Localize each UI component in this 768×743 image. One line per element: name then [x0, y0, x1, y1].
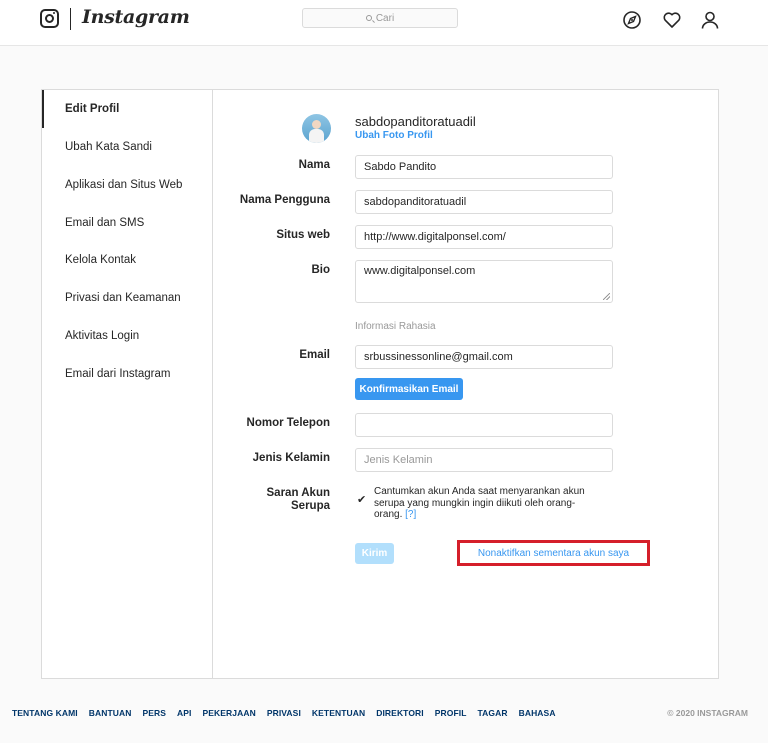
footer-link-privacy[interactable]: PRIVASI	[267, 708, 301, 718]
bio-text: www.digitalponsel.com	[364, 265, 476, 277]
email-label: Email	[299, 349, 330, 361]
sidebar-item-login-activity[interactable]: Aktivitas Login	[42, 317, 212, 355]
sidebar-item-apps-websites[interactable]: Aplikasi dan Situs Web	[42, 166, 212, 204]
compass-icon[interactable]	[622, 10, 642, 30]
website-field[interactable]: http://www.digitalponsel.com/	[355, 225, 613, 249]
bio-textarea[interactable]: www.digitalponsel.com	[355, 260, 613, 303]
phone-field[interactable]	[355, 413, 613, 437]
resize-handle[interactable]	[603, 293, 610, 300]
footer-links: TENTANG KAMI BANTUAN PERS API PEKERJAAN …	[12, 708, 556, 718]
copyright: © 2020 INSTAGRAM	[667, 708, 748, 718]
website-label: Situs web	[276, 229, 330, 241]
footer-link-help[interactable]: BANTUAN	[89, 708, 132, 718]
gender-field[interactable]: Jenis Kelamin	[355, 448, 613, 472]
footer-link-directory[interactable]: DIREKTORI	[376, 708, 424, 718]
suggest-accounts-label: Saran Akun Serupa	[267, 487, 330, 513]
heart-icon[interactable]	[662, 10, 682, 30]
submit-button[interactable]: Kirim	[355, 543, 394, 564]
instagram-camera-icon[interactable]	[40, 9, 59, 28]
avatar[interactable]	[302, 114, 331, 143]
help-link[interactable]: [?]	[405, 509, 416, 520]
top-navigation: Instagram Cari	[0, 0, 768, 46]
footer-link-press[interactable]: PERS	[142, 708, 166, 718]
name-label: Nama	[298, 159, 330, 171]
suggest-accounts-label-line1: Saran Akun	[266, 487, 330, 499]
settings-sidebar: Edit Profil Ubah Kata Sandi Aplikasi dan…	[42, 90, 213, 678]
bio-label: Bio	[311, 264, 330, 276]
change-photo-link[interactable]: Ubah Foto Profil	[355, 130, 433, 141]
logo-divider	[70, 8, 71, 30]
sidebar-item-edit-profile[interactable]: Edit Profil	[42, 90, 212, 128]
footer-link-jobs[interactable]: PEKERJAAN	[203, 708, 256, 718]
email-field[interactable]: srbussinessonline@gmail.com	[355, 345, 613, 369]
phone-label: Nomor Telepon	[246, 417, 330, 429]
gender-label: Jenis Kelamin	[252, 452, 330, 464]
search-icon	[365, 15, 372, 21]
deactivate-account-link[interactable]: Nonaktifkan sementara akun saya	[457, 540, 650, 566]
instagram-wordmark[interactable]: Instagram	[82, 6, 190, 28]
username-label: Nama Pengguna	[239, 194, 330, 206]
sidebar-item-privacy-security[interactable]: Privasi dan Keamanan	[42, 279, 212, 317]
name-field[interactable]: Sabdo Pandito	[355, 155, 613, 179]
sidebar-item-emails-from-instagram[interactable]: Email dari Instagram	[42, 355, 212, 393]
footer-link-terms[interactable]: KETENTUAN	[312, 708, 365, 718]
profile-username: sabdopanditoratuadil	[355, 114, 476, 129]
suggest-accounts-checkbox[interactable]: ✔	[357, 495, 368, 506]
suggest-accounts-description: Cantumkan akun Anda saat menyarankan aku…	[374, 486, 594, 521]
edit-profile-form: sabdopanditoratuadil Ubah Foto Profil Na…	[214, 90, 718, 678]
sidebar-item-manage-contacts[interactable]: Kelola Kontak	[42, 241, 212, 279]
username-field[interactable]: sabdopanditoratuadil	[355, 190, 613, 214]
footer-link-profiles[interactable]: PROFIL	[435, 708, 467, 718]
footer-link-about[interactable]: TENTANG KAMI	[12, 708, 78, 718]
settings-card: Edit Profil Ubah Kata Sandi Aplikasi dan…	[41, 89, 719, 679]
search-input[interactable]: Cari	[302, 8, 458, 28]
confirm-email-button[interactable]: Konfirmasikan Email	[355, 378, 463, 400]
search-placeholder: Cari	[375, 12, 395, 24]
footer-link-hashtags[interactable]: TAGAR	[478, 708, 508, 718]
footer-link-api[interactable]: API	[177, 708, 191, 718]
private-info-heading: Informasi Rahasia	[355, 321, 436, 332]
sidebar-item-change-password[interactable]: Ubah Kata Sandi	[42, 128, 212, 166]
suggest-accounts-label-line2: Serupa	[291, 500, 330, 512]
footer-link-language[interactable]: BAHASA	[519, 708, 556, 718]
user-icon[interactable]	[700, 10, 720, 30]
sidebar-item-email-sms[interactable]: Email dan SMS	[42, 204, 212, 242]
